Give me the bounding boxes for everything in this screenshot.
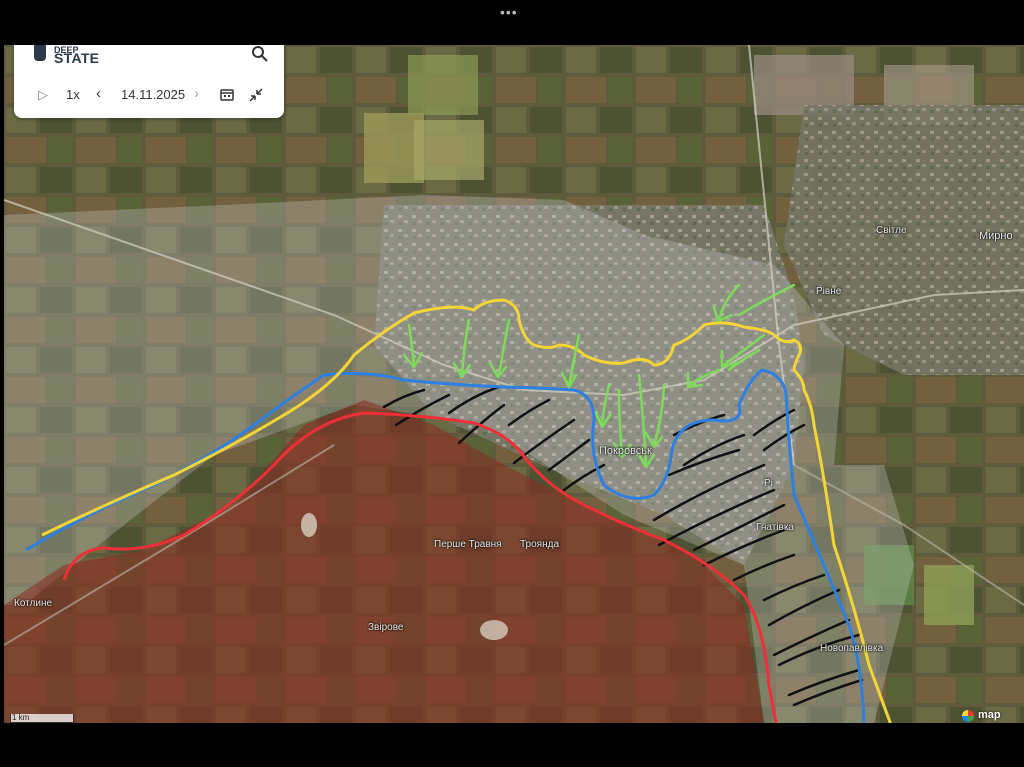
logo-mark-icon (34, 45, 46, 61)
collapse-icon[interactable] (248, 87, 264, 103)
control-panel: DEEP STATE ▷ 1x ‹ 14.11.2025 › (14, 45, 284, 118)
satellite-map (4, 45, 1024, 723)
label-kotlyne: Котлине (14, 598, 53, 609)
label-novopavlivka: Новопавлівка (820, 643, 884, 654)
mapbox-logo-icon (962, 710, 974, 722)
bottom-bar (0, 723, 1024, 767)
play-icon[interactable]: ▷ (38, 87, 48, 103)
label-myrnohrad: Мирно (979, 230, 1013, 242)
label-svitle: Світле (876, 225, 907, 236)
label-pokrovsk: Покровськ (599, 445, 652, 457)
label-rivne: Рівне (816, 286, 842, 297)
chevron-left-icon[interactable]: ‹ (96, 85, 101, 102)
label-pershe-travnia: Перше Травня (434, 539, 502, 550)
speed-button[interactable]: 1x (66, 87, 80, 102)
map-canvas[interactable]: Світле Мирно Рівне Покровськ Рі Перше Тр… (4, 45, 1024, 723)
top-bar: ••• (0, 0, 1024, 45)
chevron-right-icon[interactable]: › (194, 85, 199, 102)
logo: STATE (54, 50, 100, 66)
search-icon[interactable] (250, 45, 270, 63)
attribution[interactable]: map (978, 709, 1001, 721)
label-hnativka: Гнатівка (756, 522, 794, 533)
label-troianda: Троянда (520, 539, 560, 550)
label-zvirove: Звірове (368, 622, 404, 633)
label-pokrovsk-suffix: Рі (764, 478, 773, 489)
date-display[interactable]: 14.11.2025 (121, 87, 185, 102)
calendar-icon[interactable] (220, 88, 234, 101)
scale-label: 1 km (12, 713, 30, 722)
more-dots-icon[interactable]: ••• (500, 4, 518, 20)
